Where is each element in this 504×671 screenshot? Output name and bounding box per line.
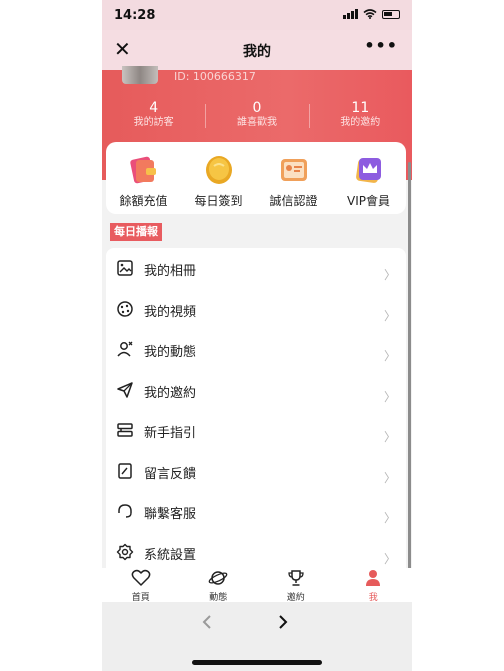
menu-item-label: 我的動態 (144, 345, 197, 360)
cellular-signal-icon (343, 9, 358, 19)
quick-item-label: VIP會員 (347, 194, 390, 208)
coin-icon (205, 156, 232, 184)
quick-item-recharge[interactable]: 餘額充值 (106, 142, 181, 214)
home-indicator (192, 660, 322, 665)
stat-label: 我的邀約 (340, 117, 381, 128)
chevron-right-icon: 〉 (383, 308, 396, 323)
menu-item-video[interactable]: 我的視頻 〉 (106, 289, 406, 330)
headset-icon (118, 504, 132, 518)
menu-item-settings[interactable]: 系統設置 〉 (106, 532, 406, 569)
photo-album-icon (117, 260, 133, 276)
status-time: 14:28 (114, 8, 156, 23)
chevron-right-icon: 〉 (383, 551, 396, 566)
heart-icon (131, 569, 151, 586)
more-button[interactable]: ••• (364, 36, 398, 55)
gear-icon (116, 543, 134, 560)
user-id: ID: 100666317 (174, 70, 256, 83)
menu-item-label: 留言反饋 (144, 466, 197, 482)
tab-bar: 首頁 動態 邀約 我 (102, 568, 413, 603)
menu-item-label: 我的視頻 (144, 304, 197, 320)
tab-me[interactable]: 我 (335, 568, 413, 603)
wallet-icon (129, 156, 156, 184)
stat-value: 0 (252, 100, 262, 116)
menu-item-guide[interactable]: 新手指引 〉 (106, 410, 406, 451)
stat-invitations[interactable]: 11 我的邀約 (308, 100, 412, 132)
menu-item-invitations[interactable]: 我的邀約 〉 (106, 370, 406, 411)
menu-list: 我的相冊 〉 我的視頻 〉 我的動態 〉 我的邀約 〉 新手指引 〉 留言反饋 … (106, 248, 406, 568)
id-card-icon (280, 159, 307, 181)
quick-item-label: 誠信認證 (269, 194, 318, 208)
menu-item-label: 新手指引 (144, 426, 197, 441)
menu-item-label: 我的相冊 (144, 264, 197, 279)
stat-value: 11 (351, 100, 370, 116)
stat-label: 我的訪客 (133, 117, 174, 128)
quick-item-verify[interactable]: 誠信認證 (256, 142, 331, 214)
profile-stats: 4 我的訪客 0 誰喜歡我 11 我的邀約 (102, 100, 412, 132)
quick-item-label: 每日簽到 (194, 194, 243, 208)
menu-item-label: 聯繫客服 (144, 507, 197, 522)
planet-icon (208, 571, 228, 585)
chevron-left-icon (202, 615, 211, 629)
send-icon (117, 381, 133, 398)
quick-item-vip[interactable]: VIP會員 (331, 142, 406, 214)
tab-invitations[interactable]: 邀約 (257, 568, 335, 603)
menu-item-label: 系統設置 (144, 547, 197, 563)
chevron-right-icon: 〉 (383, 268, 396, 282)
stat-value: 4 (149, 100, 159, 116)
phone-screen: 14:28 ✕ 我的 ••• ID: 100666317 4 我的訪客 0 誰喜… (102, 0, 412, 671)
stat-likes[interactable]: 0 誰喜歡我 (205, 100, 308, 132)
chevron-right-icon (279, 615, 288, 629)
chevron-right-icon: 〉 (383, 470, 396, 485)
nav-bar: ✕ 我的 ••• (102, 30, 412, 70)
chevron-right-icon: 〉 (383, 349, 396, 363)
menu-item-support[interactable]: 聯繫客服 〉 (106, 491, 406, 532)
guide-icon (117, 423, 133, 437)
status-icons (343, 9, 400, 19)
chevron-right-icon: 〉 (383, 430, 396, 444)
moments-icon (117, 341, 133, 357)
menu-item-feedback[interactable]: 留言反饋 〉 (106, 451, 406, 492)
chevron-right-icon: 〉 (383, 389, 396, 404)
battery-icon (382, 9, 400, 19)
menu-item-album[interactable]: 我的相冊 〉 (106, 248, 406, 289)
tab-moments[interactable]: 動態 (180, 568, 258, 603)
browser-toolbar (102, 602, 412, 671)
scrollbar[interactable] (408, 162, 411, 576)
menu-item-label: 我的邀約 (144, 385, 197, 401)
stat-label: 誰喜歡我 (236, 117, 277, 128)
video-icon (117, 300, 133, 317)
avatar[interactable] (122, 66, 158, 84)
stat-visitors[interactable]: 4 我的訪客 (102, 100, 205, 132)
status-bar: 14:28 (102, 0, 412, 30)
tab-home[interactable]: 首頁 (102, 568, 180, 603)
section-tag: 每日播報 (110, 223, 162, 241)
crown-icon (355, 158, 381, 183)
trophy-icon (288, 570, 304, 586)
person-icon (366, 570, 381, 586)
feedback-icon (118, 462, 132, 479)
quick-menu: 餘額充值 每日簽到 誠信認證 VIP會員 (106, 142, 406, 214)
forward-button[interactable] (278, 614, 288, 634)
chevron-right-icon: 〉 (383, 511, 396, 525)
wifi-icon (363, 9, 377, 19)
quick-item-label: 餘額充值 (119, 194, 168, 208)
back-button[interactable] (202, 614, 212, 634)
menu-item-moments[interactable]: 我的動態 〉 (106, 329, 406, 370)
quick-item-checkin[interactable]: 每日簽到 (181, 142, 256, 214)
